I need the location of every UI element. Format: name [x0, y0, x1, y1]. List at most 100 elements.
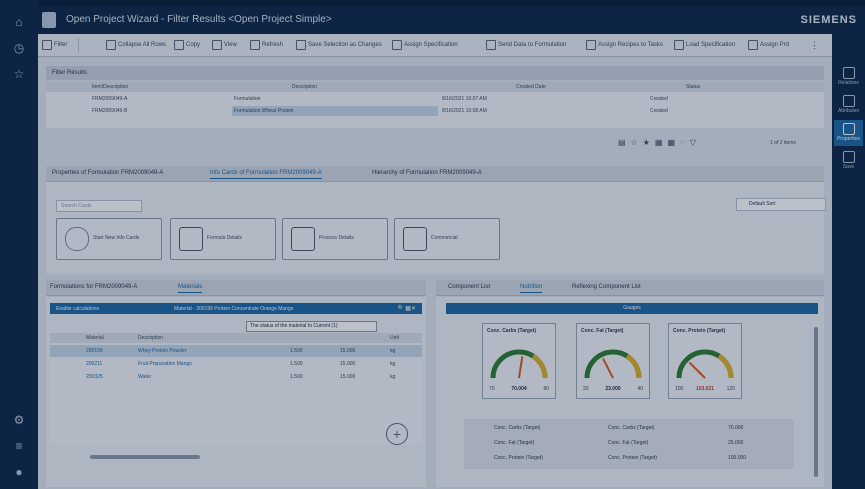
- gauge-max: 80: [543, 386, 549, 392]
- more-icon[interactable]: ⋮: [810, 39, 819, 51]
- view-button[interactable]: View: [212, 39, 237, 51]
- table-cell: Conc. Fat (Target): [608, 440, 649, 446]
- tab-nutrition[interactable]: Nutrition: [520, 284, 543, 293]
- column-header[interactable]: Description: [138, 335, 163, 341]
- tile-commercial[interactable]: Commercial: [394, 218, 500, 260]
- rail-properties[interactable]: Properties: [834, 120, 863, 146]
- copy-button[interactable]: Copy: [174, 39, 200, 51]
- materials-grid: Material Description Unit 200199 Whey Pr…: [50, 333, 422, 445]
- settings-icon[interactable]: ⚙: [11, 412, 27, 428]
- process-icon: [291, 227, 315, 251]
- divider: [78, 38, 79, 52]
- save-icon: [296, 40, 306, 50]
- table-cell[interactable]: 200199: [86, 348, 103, 354]
- table-cell[interactable]: 200325: [86, 374, 103, 380]
- right-rail: Relations Attributes Properties Save: [832, 34, 865, 489]
- table-cell: kg: [390, 361, 396, 367]
- attributes-icon: [842, 95, 855, 107]
- load-spec-button[interactable]: Load Specification: [674, 39, 735, 51]
- tile-process-details[interactable]: Process Details: [282, 218, 388, 260]
- menu-icon[interactable]: ≡: [11, 438, 27, 454]
- filter-results-grid: Item/Description Description Created Dat…: [46, 82, 824, 128]
- tab-properties[interactable]: Properties of Formulation FRM2009049-A: [52, 170, 163, 176]
- table-cell: 15.000: [340, 374, 356, 380]
- column-header[interactable]: Created Date: [516, 84, 546, 90]
- table-cell: 1.500: [290, 374, 303, 380]
- properties-icon: [842, 123, 855, 135]
- grid-header: [46, 82, 824, 92]
- gauge-needle: [518, 356, 524, 379]
- bar-action-icons[interactable]: 🔍▦✕: [398, 305, 416, 312]
- gauge: Conc. Protein (Target) 100 103.021 120: [668, 323, 742, 399]
- column-header[interactable]: Description: [292, 84, 317, 90]
- rail-save[interactable]: Save: [834, 148, 863, 174]
- assign-recipes-button[interactable]: Assign Recipes to Tasks: [586, 39, 663, 51]
- tile-start-new[interactable]: Start New Info Cards: [56, 218, 162, 260]
- assign-spec-button[interactable]: Assign Specification: [392, 39, 458, 51]
- add-row-icon[interactable]: +: [386, 423, 408, 445]
- tab-formulations[interactable]: Formulations for FRM2009049-A: [50, 284, 137, 290]
- rail-attributes[interactable]: Attributes: [834, 92, 863, 118]
- table-cell[interactable]: Whey Protein Powder: [138, 348, 186, 354]
- table-cell[interactable]: FRM2009049-B: [92, 108, 127, 114]
- table-cell: kg: [390, 374, 396, 380]
- recent-icon[interactable]: ◷: [11, 40, 27, 56]
- refresh-button[interactable]: Refresh: [250, 39, 283, 51]
- column-header[interactable]: Unit: [390, 335, 399, 341]
- user-avatar-icon[interactable]: ●: [11, 464, 27, 480]
- column-header[interactable]: Status: [686, 84, 700, 90]
- table-cell[interactable]: FRM2009049-A: [92, 96, 127, 102]
- table-cell[interactable]: Fruit Preparation Mango: [138, 361, 192, 367]
- tab-reflexing[interactable]: Reflexing Component List: [572, 284, 641, 290]
- table-cell: kg: [390, 348, 396, 354]
- table-cell: Formulation Wheat Protein: [234, 108, 294, 114]
- table-cell: 15.000: [340, 361, 356, 367]
- save-selection-button[interactable]: Save Selection as Changes: [296, 39, 382, 51]
- gauge-dial: [490, 349, 548, 379]
- tab-component-list[interactable]: Component List: [448, 284, 490, 290]
- table-cell: Conc. Carbs (Target): [494, 425, 541, 431]
- tab-materials[interactable]: Materials: [178, 284, 203, 293]
- table-cell: Created: [650, 96, 668, 102]
- column-header[interactable]: Material: [86, 335, 104, 341]
- favorites-icon[interactable]: ☆: [11, 66, 27, 82]
- assign-icon: [748, 40, 758, 50]
- rail-relations[interactable]: Relations: [834, 64, 863, 90]
- table-cell[interactable]: Water: [138, 374, 151, 380]
- send-icon: [486, 40, 496, 50]
- gauge: Conc. Carbs (Target) 70 70.004 80: [482, 323, 556, 399]
- tile-formula-details[interactable]: Formula Details: [170, 218, 276, 260]
- horizontal-scrollbar[interactable]: [90, 455, 200, 459]
- copy-icon: [174, 40, 184, 50]
- table-cell[interactable]: 200211: [86, 361, 102, 367]
- filter-button[interactable]: Filter: [42, 39, 67, 51]
- assign-prd-button[interactable]: Assign Prd: [748, 39, 789, 51]
- vertical-scrollbar[interactable]: [814, 327, 818, 477]
- table-cell: Conc. Protein (Target): [608, 455, 657, 461]
- tab-info-cards[interactable]: Info Cards of Formulation FRM2009049-A: [210, 170, 322, 179]
- table-cell: 25.000: [728, 440, 744, 446]
- load-icon: [674, 40, 684, 50]
- home-icon[interactable]: ⌂: [11, 14, 27, 30]
- table-cell: Conc. Fat (Target): [494, 440, 535, 446]
- nutrition-table: Conc. Carbs (Target) Conc. Carbs (Target…: [464, 419, 794, 469]
- send-data-button[interactable]: Send Data to Formulation: [486, 39, 566, 51]
- document-icon: [42, 12, 56, 28]
- collapse-icon: [106, 40, 116, 50]
- table-cell: 15.000: [340, 348, 356, 354]
- filter-results-header: Filter Results: [46, 66, 824, 80]
- gauge-dial: [584, 349, 642, 379]
- tab-bar-top: Properties of Formulation FRM2009049-A I…: [46, 166, 824, 182]
- column-header[interactable]: Item/Description: [92, 84, 128, 90]
- main-area: Filter Collapse All Rows Copy View Refre…: [38, 34, 832, 489]
- search-cards-input[interactable]: Search Cards: [56, 200, 142, 212]
- tab-hierarchy[interactable]: Hierarchy of Formulation FRM2009049-A: [372, 170, 482, 176]
- table-cell: 100.000: [728, 455, 747, 461]
- sort-dropdown[interactable]: Default Sort: [736, 198, 826, 211]
- table-cell: 1.500: [290, 361, 303, 367]
- recipe-icon: [586, 40, 596, 50]
- tab-bar-bottom-left: Formulations for FRM2009049-A Materials: [46, 280, 426, 296]
- collapse-button[interactable]: Collapse All Rows: [106, 39, 166, 51]
- grid-action-icons[interactable]: ▤☆★▦▦◌▽: [618, 138, 701, 147]
- table-cell: Created: [650, 108, 668, 114]
